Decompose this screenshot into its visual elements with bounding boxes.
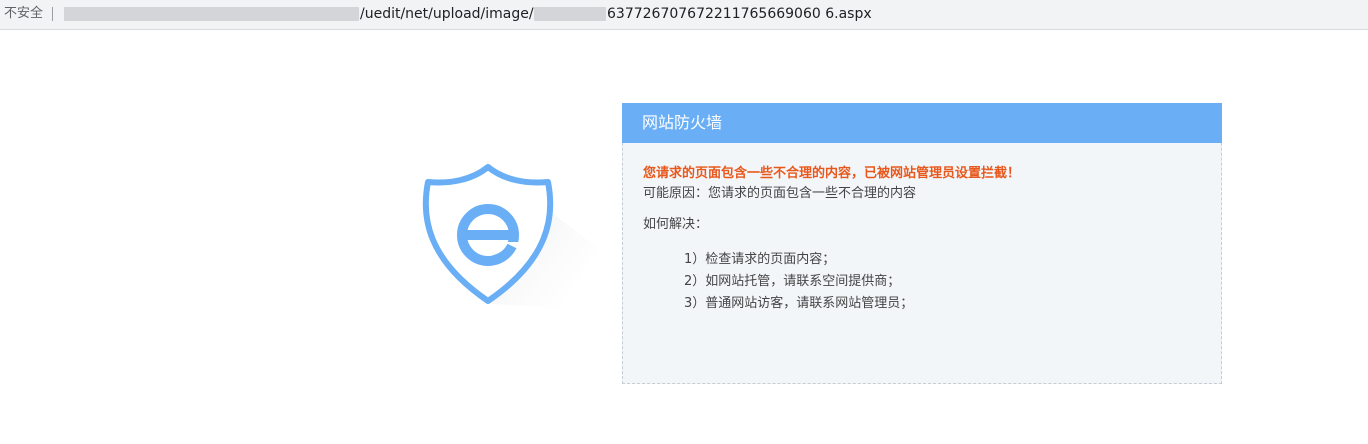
url-filename[interactable]: 637726707672211765669060 6.aspx: [607, 5, 872, 23]
step-item: 2）如网站托管，请联系空间提供商；: [684, 274, 901, 289]
url-path[interactable]: /uedit/net/upload/image/: [360, 5, 534, 23]
step-item: 1）检查请求的页面内容；: [684, 252, 836, 267]
url-redacted-host: [64, 7, 359, 21]
panel-title: 网站防火墙: [642, 113, 723, 132]
shield-e-icon: [408, 158, 608, 308]
url-redacted-segment: [534, 7, 606, 21]
address-separator: [52, 7, 53, 21]
resolution-steps: 1）检查请求的页面内容； 2）如网站托管，请联系空间提供商； 3）普通网站访客，…: [684, 251, 913, 317]
how-to-resolve-label: 如何解决：: [643, 217, 709, 232]
security-status[interactable]: 不安全: [4, 6, 43, 22]
firewall-panel: 网站防火墙 您请求的页面包含一些不合理的内容，已被网站管理员设置拦截！ 可能原因…: [622, 103, 1222, 384]
panel-header: 网站防火墙: [622, 103, 1222, 143]
address-bar[interactable]: 不安全 /uedit/net/upload/image/ 63772670767…: [0, 0, 1368, 30]
step-item: 3）普通网站访客，请联系网站管理员；: [684, 296, 914, 311]
block-reason: 可能原因：您请求的页面包含一些不合理的内容: [643, 186, 917, 201]
block-warning: 您请求的页面包含一些不合理的内容，已被网站管理员设置拦截！: [643, 166, 1021, 181]
